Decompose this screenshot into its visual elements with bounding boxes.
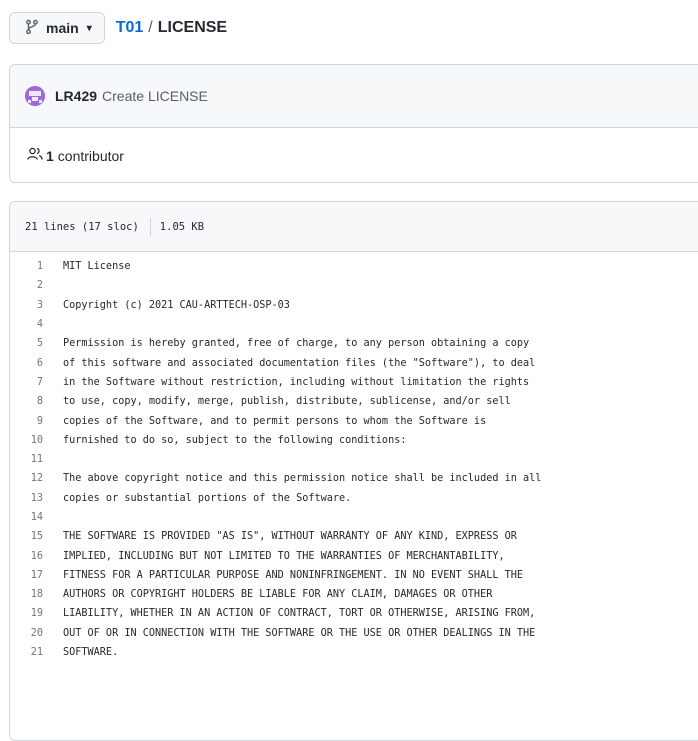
line-content: in the Software without restriction, inc… — [63, 376, 530, 388]
avatar[interactable] — [25, 86, 45, 106]
commit-message-link[interactable]: Create LICENSE — [102, 88, 208, 104]
line-content: MIT License — [63, 261, 131, 273]
line-content: AUTHORS OR COPYRIGHT HOLDERS BE LIABLE F… — [63, 589, 493, 601]
line-number[interactable]: 9 — [10, 416, 55, 427]
line-number[interactable]: 11 — [10, 454, 55, 465]
code-line: 8 to use, copy, modify, merge, publish, d… — [10, 392, 698, 411]
code-line: 14 — [10, 508, 698, 527]
line-content: furnished to do so, subject to the follo… — [63, 434, 407, 446]
code-line: 11 — [10, 450, 698, 469]
file-lines-info: 21 lines (17 sloc) — [25, 220, 139, 233]
code-line: 2 — [10, 276, 698, 295]
line-content: IMPLIED, INCLUDING BUT NOT LIMITED TO TH… — [63, 550, 505, 562]
code-line: 12 The above copyright notice and this pe… — [10, 469, 698, 488]
line-number[interactable]: 19 — [10, 608, 55, 619]
contributors-count: 1 — [46, 147, 54, 164]
line-content: FITNESS FOR A PARTICULAR PURPOSE AND NON… — [63, 569, 524, 581]
line-content: OUT OF OR IN CONNECTION WITH THE SOFTWAR… — [63, 627, 536, 639]
contributors-row[interactable]: 1 contributor — [10, 128, 698, 182]
line-number[interactable]: 8 — [10, 396, 55, 407]
line-number[interactable]: 1 — [10, 261, 55, 272]
line-number[interactable]: 21 — [10, 647, 55, 658]
line-content: Copyright (c) 2021 CAU-ARTTECH-OSP-03 — [63, 299, 290, 311]
code-line: 17 FITNESS FOR A PARTICULAR PURPOSE AND N… — [10, 566, 698, 585]
line-number[interactable]: 5 — [10, 338, 55, 349]
code-line: 4 — [10, 315, 698, 334]
line-number[interactable]: 20 — [10, 628, 55, 639]
breadcrumb-repo-link[interactable]: T01 — [116, 19, 144, 37]
contributors-label: contributor — [57, 147, 124, 164]
file-info-divider — [149, 217, 151, 236]
file-navigation: main ▾ T01 / LICENSE — [9, 11, 227, 45]
line-content: copies of the Software, and to permit pe… — [63, 415, 487, 427]
caret-down-icon: ▾ — [86, 22, 92, 34]
branch-select-button[interactable]: main ▾ — [9, 12, 105, 44]
line-number[interactable]: 10 — [10, 435, 55, 446]
line-content: copies or substantial portions of the So… — [63, 492, 352, 504]
line-number[interactable]: 18 — [10, 589, 55, 600]
line-number[interactable]: 12 — [10, 473, 55, 484]
line-number[interactable]: 13 — [10, 493, 55, 504]
file-size: 1.05 KB — [159, 220, 205, 233]
line-content: to use, copy, modify, merge, publish, di… — [63, 396, 511, 408]
branch-name: main — [46, 20, 79, 36]
code-listing: 1 MIT License 2 3 Copyright (c) 2021 CAU-ART… — [10, 252, 698, 662]
breadcrumb-separator: / — [148, 19, 153, 36]
line-number[interactable]: 2 — [10, 280, 55, 291]
code-line: 21 SOFTWARE. — [10, 643, 698, 662]
code-line: 16 IMPLIED, INCLUDING BUT NOT LIMITED TO … — [10, 546, 698, 565]
identicon-avatar — [25, 86, 45, 106]
line-content: Permission is hereby granted, free of ch… — [63, 338, 530, 350]
line-number[interactable]: 16 — [10, 551, 55, 562]
line-number[interactable]: 7 — [10, 377, 55, 388]
file-viewer: 21 lines (17 sloc) 1.05 KB 1 MIT License 2… — [9, 201, 698, 741]
line-number[interactable]: 15 — [10, 531, 55, 542]
line-content: of this software and associated document… — [63, 357, 536, 369]
breadcrumb-file-name: LICENSE — [157, 19, 228, 36]
code-line: 20 OUT OF OR IN CONNECTION WITH THE SOFTW… — [10, 624, 698, 643]
code-line: 9 copies of the Software, and to permit p… — [10, 411, 698, 430]
code-line: 13 copies or substantial portions of the … — [10, 489, 698, 508]
line-number[interactable]: 17 — [10, 570, 55, 581]
line-number[interactable]: 3 — [10, 300, 55, 311]
line-content: THE SOFTWARE IS PROVIDED "AS IS", WITHOU… — [63, 531, 517, 543]
line-number[interactable]: 14 — [10, 512, 55, 523]
line-number[interactable]: 6 — [10, 358, 55, 369]
line-content: The above copyright notice and this perm… — [63, 473, 542, 485]
code-line: 7 in the Software without restriction, in… — [10, 373, 698, 392]
commit-header: LR429 Create LICENSE — [10, 65, 698, 128]
line-content: SOFTWARE. — [63, 647, 119, 659]
code-line: 1 MIT License — [10, 257, 698, 276]
code-line: 19 LIABILITY, WHETHER IN AN ACTION OF CON… — [10, 604, 698, 623]
people-icon — [27, 147, 43, 164]
line-content: LIABILITY, WHETHER IN AN ACTION OF CONTR… — [63, 608, 536, 620]
commit-author-link[interactable]: LR429 — [55, 88, 97, 104]
code-line: 18 AUTHORS OR COPYRIGHT HOLDERS BE LIABLE… — [10, 585, 698, 604]
line-number[interactable]: 4 — [10, 319, 55, 330]
code-line: 3 Copyright (c) 2021 CAU-ARTTECH-OSP-03 — [10, 296, 698, 315]
latest-commit-box: LR429 Create LICENSE 1 contributor — [9, 64, 698, 183]
code-line: 6 of this software and associated documen… — [10, 353, 698, 372]
file-info-bar: 21 lines (17 sloc) 1.05 KB — [10, 202, 698, 252]
code-line: 5 Permission is hereby granted, free of c… — [10, 334, 698, 353]
git-branch-icon — [24, 19, 40, 38]
code-line: 15 THE SOFTWARE IS PROVIDED "AS IS", WITH… — [10, 527, 698, 546]
breadcrumb: T01 / LICENSE — [116, 19, 227, 37]
code-line: 10 furnished to do so, subject to the fol… — [10, 431, 698, 450]
